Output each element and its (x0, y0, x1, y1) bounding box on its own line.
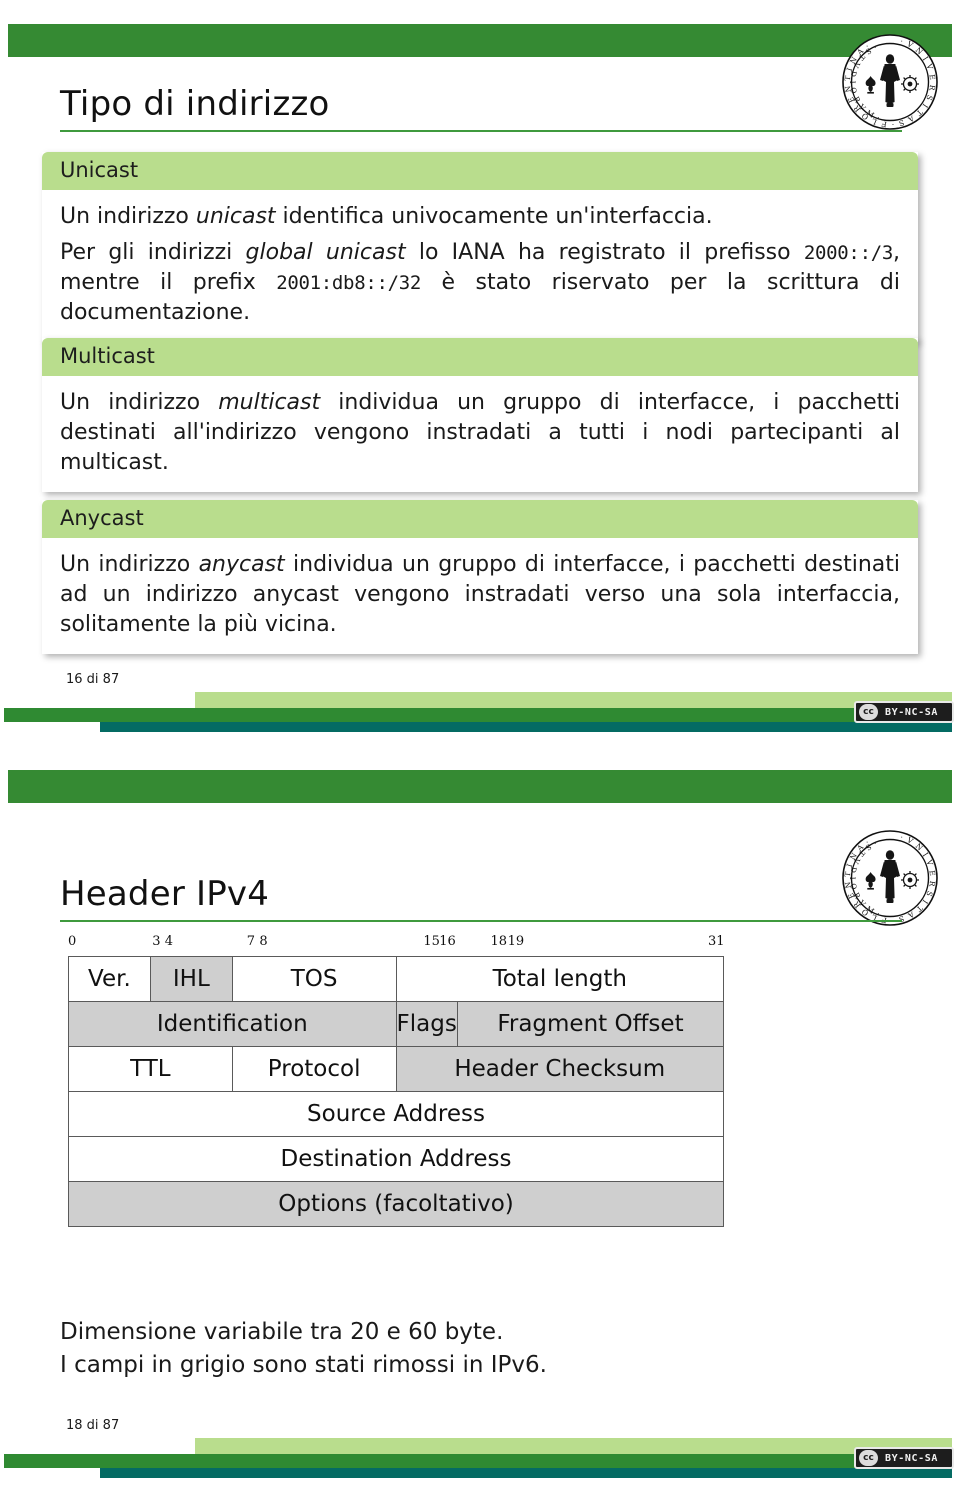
page-title: Tipo di indirizzo (60, 84, 330, 124)
ipv4-field-ver: Ver. (68, 956, 151, 1002)
bit-tick-8: 8 (259, 934, 268, 949)
cc-terms-label: BY-NC-SA (885, 706, 938, 718)
slide-tipo-di-indirizzo: · V N I V E R S I T A S · F L O R E N T … (0, 0, 960, 746)
footer-band-light (195, 1438, 952, 1454)
bit-tick-16: 16 (439, 934, 456, 949)
cc-mark-icon: cc (859, 1450, 878, 1466)
ipv4-field-options-facoltativo: Options (facoltativo) (68, 1181, 724, 1227)
block-anycast: Anycast Un indirizzo anycast individua u… (42, 500, 918, 654)
table-row: Source Address (68, 1091, 724, 1137)
cc-mark-icon: cc (859, 704, 878, 720)
text-run: Un indirizzo (60, 552, 199, 577)
bit-tick-3: 3 (152, 934, 161, 949)
bit-tick-31: 31 (708, 934, 725, 949)
bit-position-ruler: 0 3 4 7 8 15 16 18 19 31 (68, 934, 725, 952)
text-run: lo IANA ha registrato il prefisso (405, 239, 804, 265)
ipv4-note-line-1: Dimensione variabile tra 20 e 60 byte. (60, 1319, 504, 1345)
footer-band-teal (100, 1468, 952, 1478)
anycast-paragraph: Un indirizzo anycast individua un gruppo… (60, 550, 900, 640)
block-unicast-body: Un indirizzo unicast identifica univocam… (42, 190, 918, 342)
block-anycast-body: Un indirizzo anycast individua un gruppo… (42, 538, 918, 654)
bit-tick-4: 4 (164, 934, 174, 949)
title-underline-rule (60, 130, 902, 132)
page-number: 18 di 87 (66, 1418, 120, 1433)
table-row: Destination Address (68, 1136, 724, 1182)
ipv4-field-flags: Flags (395, 1001, 458, 1047)
ipv4-field-identification: Identification (68, 1001, 397, 1047)
unicast-paragraph-1: Un indirizzo unicast identifica univocam… (60, 202, 900, 232)
table-row: Options (facoltativo) (68, 1181, 724, 1227)
block-multicast-heading: Multicast (42, 338, 918, 376)
ipv4-field-destination-address: Destination Address (68, 1136, 724, 1182)
block-multicast: Multicast Un indirizzo multicast individ… (42, 338, 918, 492)
page-number: 16 di 87 (66, 672, 120, 687)
emphasis-unicast: unicast (195, 204, 276, 229)
text-run: Un indirizzo (60, 204, 196, 229)
ipv4-note-line-2: I campi in grigio sono stati rimossi in … (60, 1352, 547, 1379)
page-title: Header IPv4 (60, 874, 270, 914)
ipv4-field-fragment-offset: Fragment Offset (456, 1001, 725, 1047)
slide-top-green-bar (8, 770, 952, 803)
block-anycast-heading: Anycast (42, 500, 918, 538)
table-row: Ver. IHL TOS Total length (68, 956, 724, 1002)
ipv4-field-ttl: TTL (68, 1046, 233, 1092)
unicast-paragraph-2: Per gli indirizzi global unicast lo IANA… (60, 238, 900, 328)
bit-tick-15: 15 (423, 934, 440, 949)
table-row: Identification Flags Fragment Offset (68, 1001, 725, 1047)
emphasis-multicast: multicast (218, 390, 321, 415)
ipv4-field-protocol: Protocol (231, 1046, 397, 1092)
emphasis-global-unicast: global unicast (245, 239, 406, 265)
cc-terms-label: BY-NC-SA (885, 1452, 938, 1464)
bit-tick-7: 7 (246, 934, 256, 949)
slide-header-ipv4: · V N I V E R S I T A S · F L O R E N T … (0, 746, 960, 1492)
ipv4-field-tos: TOS (231, 956, 397, 1002)
ipv4-field-ihl: IHL (149, 956, 233, 1002)
text-run: identifica univocamente un'interfaccia. (275, 204, 713, 229)
ipv4-field-header-checksum: Header Checksum (395, 1046, 724, 1092)
university-seal-logo: · V N I V E R S I T A S · F L O R E N T … (838, 30, 942, 134)
prefix-code-2000: 2000::/3 (803, 241, 893, 264)
ipv4-field-source-address: Source Address (68, 1091, 724, 1137)
university-seal-logo: · V N I V E R S I T A S · F L O R E N T … (838, 826, 942, 930)
text-run: Per gli indirizzi (60, 239, 246, 265)
ipv4-notes: Dimensione variabile tra 20 e 60 byte. I … (60, 1316, 547, 1383)
bit-tick-19: 19 (507, 934, 525, 949)
creative-commons-badge[interactable]: cc BY-NC-SA (854, 701, 954, 723)
footer-band-light (195, 692, 952, 708)
table-row: TTL Protocol Header Checksum (68, 1046, 724, 1092)
footer-band-green (4, 1454, 952, 1468)
creative-commons-badge[interactable]: cc BY-NC-SA (854, 1447, 954, 1469)
footer-band-teal (100, 722, 952, 732)
bit-tick-18: 18 (490, 934, 508, 949)
prefix-code-2001db8: 2001:db8::/32 (276, 271, 422, 294)
block-multicast-body: Un indirizzo multicast individua un grup… (42, 376, 918, 492)
bit-tick-0: 0 (68, 934, 77, 949)
text-run: Un indirizzo (60, 390, 219, 415)
footer-band-green (4, 708, 952, 722)
ipv4-field-total-length: Total length (395, 956, 724, 1002)
block-unicast-heading: Unicast (42, 152, 918, 190)
emphasis-anycast: anycast (198, 552, 285, 577)
multicast-paragraph: Un indirizzo multicast individua un grup… (60, 388, 900, 478)
block-unicast: Unicast Un indirizzo unicast identifica … (42, 152, 918, 342)
ipv4-header-table: Ver. IHL TOS Total length Identification Flag… (68, 956, 725, 1227)
slide-top-green-bar (8, 24, 952, 57)
title-underline-rule (60, 920, 902, 922)
